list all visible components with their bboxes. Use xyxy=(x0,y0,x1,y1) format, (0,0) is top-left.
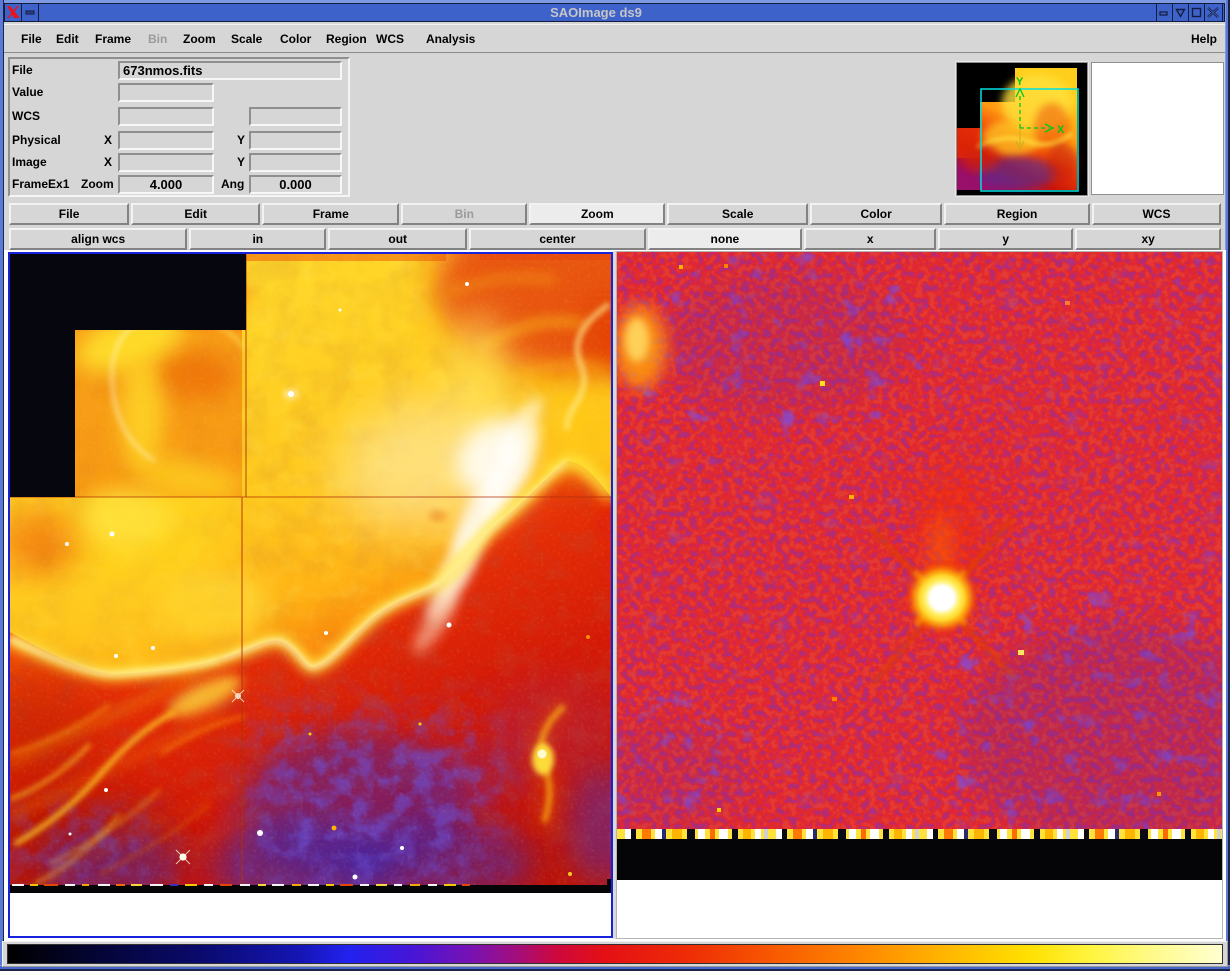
svg-text:Y: Y xyxy=(1016,76,1024,88)
svg-text:X: X xyxy=(1057,124,1065,136)
